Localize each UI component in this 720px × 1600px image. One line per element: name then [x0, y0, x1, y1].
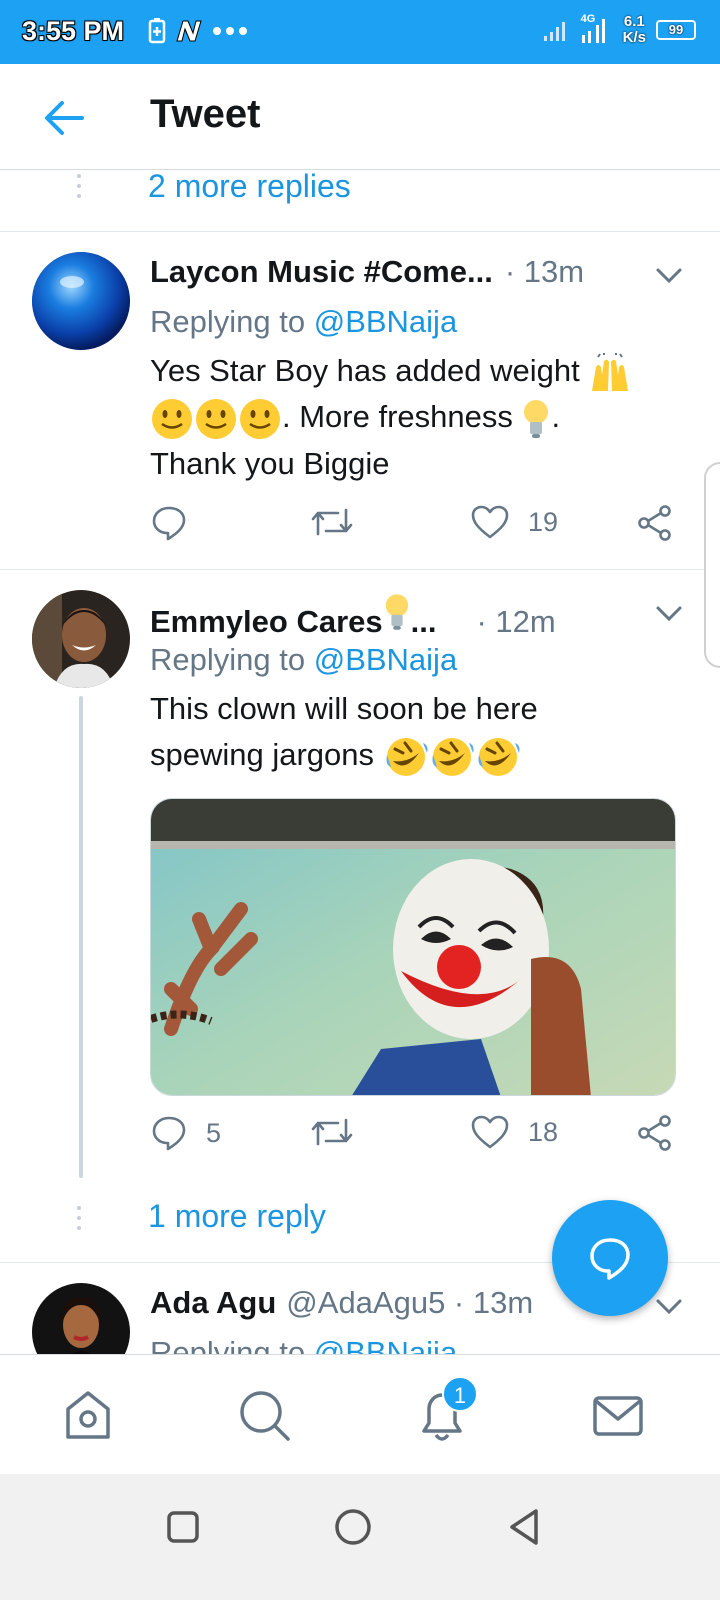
tweet-actions: 5 18 [150, 1114, 690, 1158]
more-replies-link[interactable]: 1 more reply [148, 1198, 326, 1235]
network-speed: 6.1 K/s [622, 13, 646, 46]
tweet-actions: 19 [150, 504, 690, 548]
status-left-icons [148, 18, 248, 44]
replying-to: Replying to @BBNaija [150, 304, 458, 339]
tweet-time: · 13m [504, 254, 585, 289]
chevron-down-icon[interactable] [654, 598, 684, 628]
page-title: Tweet [150, 92, 261, 136]
reply-button[interactable]: 5 [150, 1114, 221, 1152]
tweet-text: This clown will soon be here spewing jar… [150, 686, 690, 779]
back-button-icon[interactable] [500, 1502, 550, 1552]
tweet-time: · 12m [476, 604, 556, 639]
author-line: Ada Agu @AdaAgu5 · 13m [150, 1285, 533, 1321]
thread-dots [77, 174, 81, 204]
more-replies-link[interactable]: 2 more replies [148, 168, 351, 205]
avatar[interactable] [32, 1283, 130, 1354]
messages-icon[interactable] [588, 1385, 648, 1445]
mention-link[interactable]: @BBNaija [314, 304, 457, 339]
rolling-laughing-icon [478, 737, 520, 776]
rolling-laughing-icon [432, 737, 474, 776]
more-notifications-icon [213, 27, 247, 35]
slightly-smiling-icon [196, 398, 236, 439]
share-button[interactable] [636, 504, 674, 542]
mention-link[interactable]: @BBNaija [314, 642, 457, 677]
app-header: Tweet [0, 64, 720, 170]
reply-button[interactable] [150, 504, 206, 542]
battery-indicator: 99 [656, 20, 696, 40]
heart-icon [471, 505, 509, 539]
like-count: 18 [528, 1116, 559, 1147]
home-icon[interactable] [58, 1385, 118, 1445]
arrow-left-icon[interactable] [40, 94, 88, 142]
light-bulb-icon [524, 399, 549, 438]
status-bar: 3:55 PM 4G 6.1 K/s 99 [0, 0, 720, 64]
tweet-handle-time: @AdaAgu5 · 13m [286, 1285, 534, 1320]
retweet-button[interactable] [310, 504, 372, 540]
tweet-media-image[interactable] [150, 798, 676, 1096]
recent-apps-icon[interactable] [158, 1502, 208, 1552]
app-notification-icon [176, 20, 202, 42]
home-button-icon[interactable] [328, 1502, 378, 1552]
share-button[interactable] [636, 1114, 674, 1152]
like-button[interactable]: 18 [470, 1114, 558, 1150]
reply-icon [152, 506, 186, 541]
battery-saver-icon [148, 18, 166, 44]
tweet-item[interactable]: Laycon Music #Come... · 13m Replying to … [0, 232, 720, 570]
reply-icon [152, 1116, 186, 1151]
author-line: Laycon Music #Come... · 13m [150, 254, 584, 290]
network-type: 4G [580, 13, 596, 25]
slightly-smiling-icon [152, 398, 192, 439]
raising-hands-icon [592, 352, 629, 391]
compose-reply-button[interactable] [552, 1200, 668, 1316]
signal-4g-icon: 4G [579, 13, 613, 45]
chevron-down-icon[interactable] [654, 1291, 684, 1321]
author-line: Emmyleo Cares ... · 12m [150, 592, 556, 640]
status-right-icons: 4G 6.1 K/s 99 [543, 13, 696, 46]
thread-dots [77, 1206, 81, 1236]
replying-to: Replying to @BBNaija [150, 1335, 457, 1354]
author-name-ellipsis: ... [410, 604, 437, 639]
edge-panel-handle[interactable] [704, 462, 720, 668]
replying-to: Replying to @BBNaija [150, 642, 458, 677]
light-bulb-icon [385, 594, 408, 630]
author-name[interactable]: Ada Agu [150, 1285, 276, 1321]
slightly-smiling-icon [240, 398, 280, 439]
reply-bubble-icon [590, 1238, 630, 1280]
signal-weak-icon [543, 22, 565, 41]
retweet-icon [311, 1118, 353, 1146]
retweet-icon [311, 508, 353, 536]
mention-link[interactable]: @BBNaija [314, 1335, 457, 1354]
reply-count: 5 [206, 1117, 222, 1148]
author-name[interactable]: Laycon Music #Come... [150, 254, 493, 290]
status-time: 3:55 PM [22, 16, 125, 46]
tweet-text: Yes Star Boy has added weight . More fre… [150, 348, 690, 487]
like-button[interactable]: 19 [470, 504, 558, 540]
retweet-button[interactable] [310, 1114, 372, 1150]
author-name[interactable]: Emmyleo Cares [150, 604, 383, 640]
share-icon [638, 1115, 671, 1151]
thread-line [79, 696, 83, 1178]
tweet-item[interactable]: Emmyleo Cares ... · 12m Replying to @BBN… [0, 570, 720, 1170]
bottom-navigation [0, 1354, 720, 1474]
rolling-laughing-icon [386, 737, 428, 776]
search-icon[interactable] [234, 1385, 294, 1445]
chevron-down-icon[interactable] [654, 260, 684, 290]
notification-badge: 1 [442, 1376, 478, 1412]
like-count: 19 [528, 506, 559, 537]
system-navigation-bar [0, 1474, 720, 1600]
avatar[interactable] [32, 252, 130, 350]
share-icon [638, 505, 671, 541]
heart-icon [471, 1115, 509, 1149]
avatar[interactable] [32, 590, 130, 688]
